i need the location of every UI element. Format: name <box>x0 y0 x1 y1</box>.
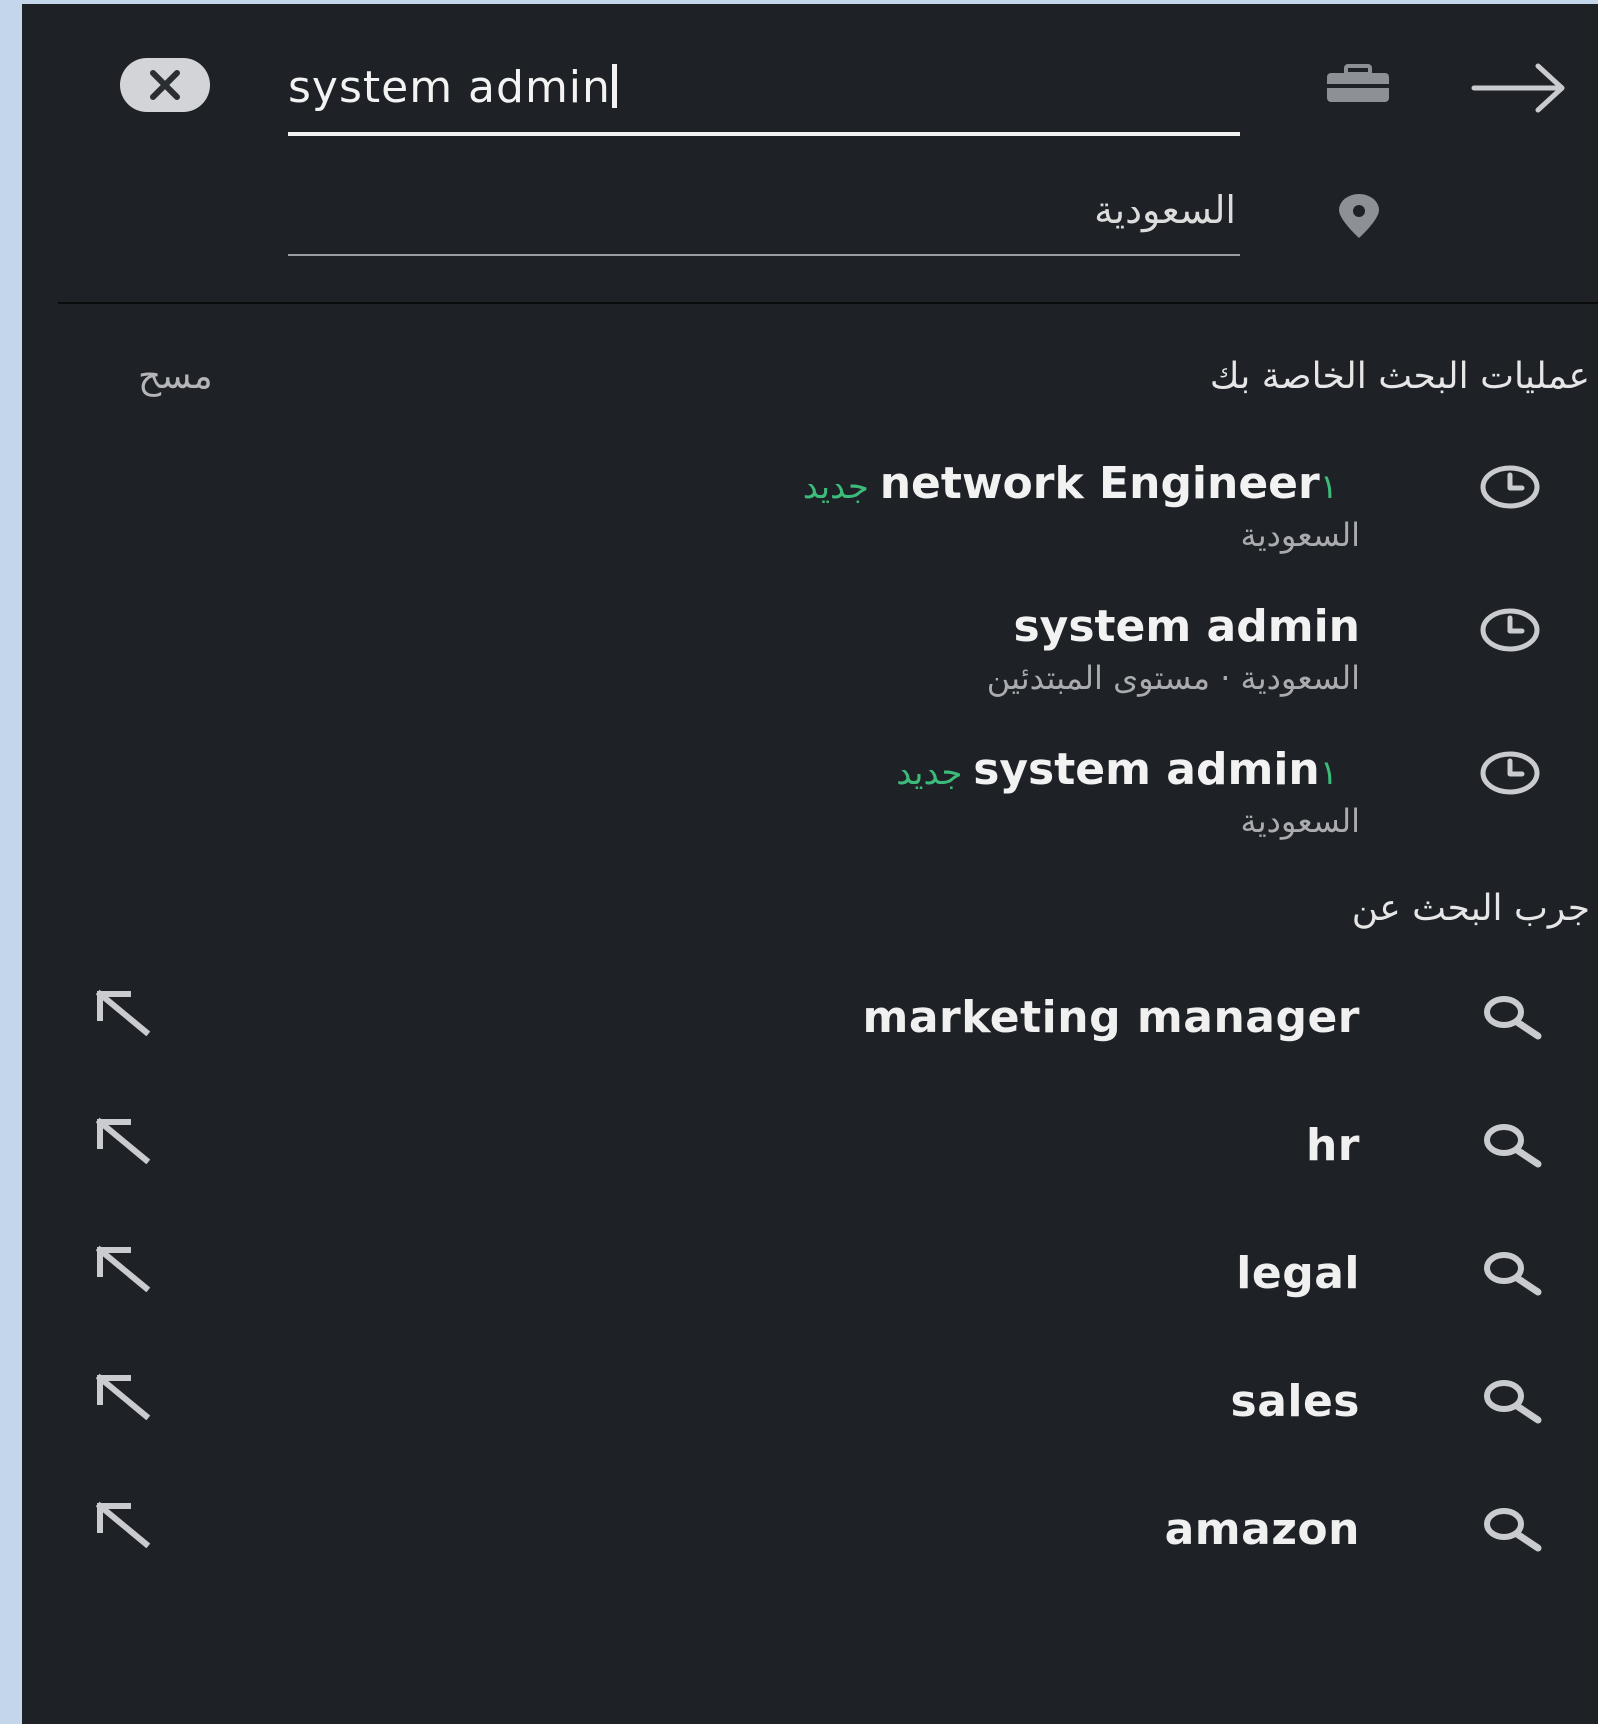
recent-search-subtitle: السعودية <box>1240 802 1360 840</box>
fill-query-arrow-icon[interactable] <box>94 1500 154 1550</box>
recent-search-label: system admin <box>973 744 1320 795</box>
suggestion-label: hr <box>1305 1120 1360 1171</box>
job-search-input[interactable]: system admin <box>288 56 1240 136</box>
suggestion-item[interactable]: amazon <box>22 1498 1598 1578</box>
search-icon <box>1484 1124 1542 1168</box>
briefcase-icon <box>1327 64 1389 102</box>
suggestion-item[interactable]: sales <box>22 1370 1598 1450</box>
fill-query-arrow-icon[interactable] <box>94 988 154 1038</box>
fill-query-arrow-icon[interactable] <box>94 1116 154 1166</box>
recent-search-title: system admin١ جديد <box>896 744 1360 795</box>
search-screen: system admin السعودية عمليات البحث الخاص… <box>22 4 1598 1724</box>
recent-search-subtitle: السعودية <box>1240 516 1360 554</box>
search-icon <box>1484 1508 1542 1552</box>
recent-search-label: system admin <box>1013 601 1360 652</box>
recent-searches-heading: عمليات البحث الخاصة بك <box>1209 356 1590 397</box>
location-pin-icon <box>1339 194 1379 238</box>
fill-query-arrow-icon[interactable] <box>94 1372 154 1422</box>
recent-search-item[interactable]: system admin١ جديد السعودية <box>22 744 1598 862</box>
recent-search-title: system admin <box>1013 601 1360 652</box>
close-icon <box>150 70 180 100</box>
search-icon <box>1484 1380 1542 1424</box>
suggestion-label: legal <box>1236 1248 1360 1299</box>
suggestion-item[interactable]: marketing manager <box>22 986 1598 1066</box>
clock-icon <box>1480 751 1540 795</box>
clock-icon <box>1480 608 1540 652</box>
fill-query-arrow-icon[interactable] <box>94 1244 154 1294</box>
suggestions-heading: جرب البحث عن <box>1351 888 1590 929</box>
recent-search-subtitle: السعودية · مستوى المبتدئين <box>986 659 1360 697</box>
clock-icon <box>1480 465 1540 509</box>
suggestion-item[interactable]: hr <box>22 1114 1598 1194</box>
header-divider <box>58 302 1598 304</box>
location-input[interactable]: السعودية <box>288 180 1240 256</box>
suggestion-label: sales <box>1230 1376 1360 1427</box>
clear-history-button[interactable]: مسح <box>138 356 213 397</box>
arrow-right-icon[interactable] <box>1470 62 1570 114</box>
clear-search-button[interactable] <box>120 58 210 112</box>
search-icon <box>1484 1252 1542 1296</box>
recent-search-title: network Engineer١ جديد <box>803 458 1360 509</box>
recent-search-label: network Engineer <box>879 458 1320 509</box>
search-query-text: system admin <box>288 62 611 113</box>
suggestion-label: marketing manager <box>862 992 1360 1043</box>
suggestion-label: amazon <box>1164 1504 1360 1555</box>
suggestion-item[interactable]: legal <box>22 1242 1598 1322</box>
location-text: السعودية <box>1094 188 1236 232</box>
recent-search-item[interactable]: system admin السعودية · مستوى المبتدئين <box>22 601 1598 719</box>
recent-search-item[interactable]: network Engineer١ جديد السعودية <box>22 458 1598 576</box>
text-caret <box>611 64 617 108</box>
search-icon <box>1484 996 1542 1040</box>
